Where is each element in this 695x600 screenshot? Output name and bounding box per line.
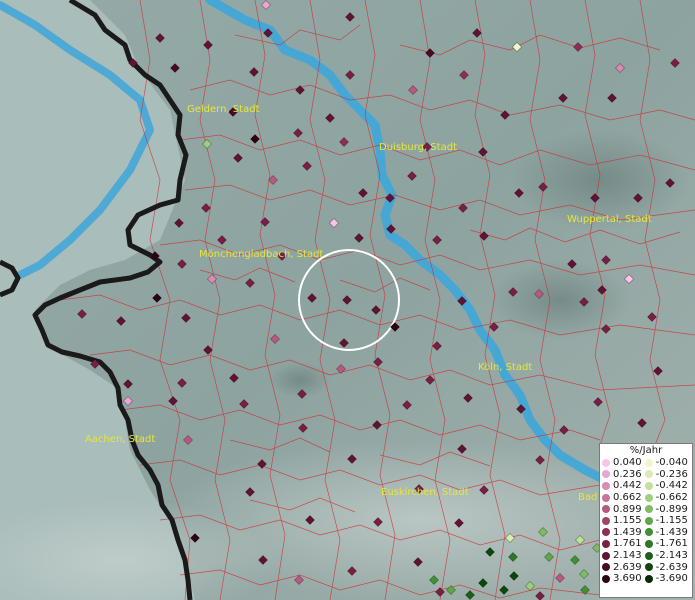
legend-negative-row: -0.899 [644,503,688,515]
legend-negative-swatch [644,458,653,467]
legend-title: %/Jahr [629,445,663,456]
legend-negative-swatch [644,574,653,583]
legend-negative-row: -0.662 [644,492,688,504]
legend-negative-swatch [644,551,653,560]
legend-positive-swatch [602,539,610,548]
legend-positive-value: 3.690 [613,573,642,585]
legend-positive-value: 0.662 [613,492,642,504]
legend-positive-swatch [602,481,610,490]
legend-negative-row: -2.143 [644,550,688,562]
city-label-bad: Bad [578,492,597,503]
legend-positive-swatch [602,458,610,467]
city-label-wuppertal: Wuppertal, Stadt [567,214,652,225]
legend-negative-swatch [644,470,653,479]
legend-positive-swatch [602,516,610,525]
legend-positive-row: 3.690 [602,573,642,585]
legend-negative-value: -0.442 [655,480,688,492]
map-legend: %/Jahr 0.040 0.236 0.442 0.662 0.899 1.155 1.4… [599,443,693,598]
legend-positive-value: 0.442 [613,480,642,492]
legend-positive-value: 0.899 [613,503,642,515]
relief-map[interactable]: Geldern, Stadt Duisburg, Stadt Wuppertal… [0,0,695,600]
legend-negative-value: -1.761 [655,538,688,550]
city-label-moenchengladbach: Mönchengladbach, Stadt [199,249,323,260]
city-label-geldern: Geldern, Stadt [187,104,260,115]
legend-positive-column: 0.040 0.236 0.442 0.662 0.899 1.155 1.439 1.761… [602,457,642,585]
legend-negative-swatch [644,528,653,537]
legend-negative-row: -2.639 [644,561,688,573]
legend-positive-swatch [602,470,610,479]
city-label-duisburg: Duisburg, Stadt [379,142,457,153]
legend-positive-value: 1.761 [613,538,642,550]
legend-negative-column: -0.040 -0.236 -0.442 -0.662 -0.899 -1.155 -1.4… [644,457,688,585]
legend-positive-swatch [602,551,610,560]
legend-positive-value: 0.236 [613,468,642,480]
legend-negative-value: -0.662 [655,492,688,504]
legend-negative-row: -3.690 [644,573,688,585]
legend-positive-swatch [602,505,610,514]
legend-positive-swatch [602,528,610,537]
legend-positive-value: 2.143 [613,550,642,562]
legend-positive-row: 0.662 [602,492,642,504]
legend-positive-row: 1.155 [602,515,642,527]
legend-positive-row: 1.761 [602,538,642,550]
legend-negative-row: -0.442 [644,480,688,492]
legend-positive-row: 0.236 [602,469,642,481]
legend-positive-row: 0.899 [602,503,642,515]
legend-negative-value: -0.236 [655,468,688,480]
legend-negative-swatch [644,563,653,572]
legend-negative-row: -0.040 [644,457,688,469]
legend-positive-row: 2.639 [602,561,642,573]
legend-negative-value: -1.155 [655,515,688,527]
legend-positive-value: 1.439 [613,526,642,538]
legend-negative-swatch [644,493,653,502]
legend-negative-swatch [644,505,653,514]
legend-negative-row: -0.236 [644,468,688,481]
legend-positive-swatch [602,574,610,583]
legend-negative-value: -2.639 [655,561,688,573]
legend-positive-row: 2.143 [602,550,642,562]
legend-positive-swatch [602,493,610,502]
city-label-koeln: Köln, Stadt [478,362,532,373]
legend-positive-row: 1.439 [602,527,642,539]
legend-negative-swatch [644,516,653,525]
legend-negative-row: -1.439 [644,526,688,539]
legend-positive-row: 0.442 [602,480,642,492]
legend-positive-row: 0.040 [602,457,642,469]
legend-negative-value: -0.040 [655,457,688,469]
city-label-aachen: Aachen, Stadt [85,434,155,445]
legend-negative-value: -3.690 [655,573,688,585]
legend-negative-row: -1.155 [644,515,688,527]
city-label-euskirchen: Euskirchen, Stadt [381,487,469,498]
legend-negative-swatch [644,539,653,548]
legend-positive-value: 0.040 [613,457,642,469]
legend-negative-value: -2.143 [655,550,688,562]
legend-negative-row: -1.761 [644,538,688,550]
legend-positive-value: 1.155 [613,515,642,527]
legend-positive-swatch [602,563,610,572]
legend-negative-value: -0.899 [655,503,688,515]
legend-positive-value: 2.639 [613,561,642,573]
legend-negative-value: -1.439 [655,526,688,538]
legend-negative-swatch [644,481,653,490]
